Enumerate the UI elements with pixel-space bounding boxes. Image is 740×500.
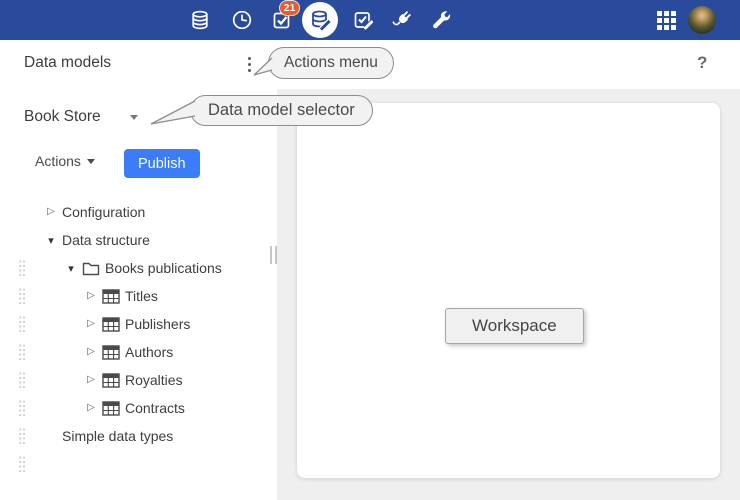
page-title: Data models	[24, 54, 111, 72]
expand-arrow-icon[interactable]: ▷	[84, 375, 98, 385]
help-button[interactable]: ?	[697, 53, 707, 73]
callout-actions-menu: Actions menu	[268, 47, 394, 79]
drag-handle-icon[interactable]	[18, 455, 26, 473]
wrench-icon[interactable]	[429, 8, 453, 32]
table-icon	[102, 372, 120, 388]
app-window: 21	[0, 0, 740, 500]
tree-item-titles[interactable]: ▷ Titles	[0, 282, 277, 310]
collapse-arrow-icon[interactable]: ▾	[44, 235, 58, 246]
data-models-icon[interactable]	[302, 2, 338, 38]
tree-item-label: Simple data types	[62, 428, 173, 444]
collapse-arrow-icon[interactable]: ▾	[64, 263, 78, 274]
drag-handle-icon[interactable]	[18, 343, 26, 361]
selected-model-label: Book Store	[24, 108, 101, 126]
tree-item-label: Publishers	[125, 316, 190, 332]
tree-item-data-structure[interactable]: ▾ Data structure	[0, 226, 277, 254]
table-icon	[102, 288, 120, 304]
tree-item-contracts[interactable]: ▷ Contracts	[0, 394, 277, 422]
callout-tail	[150, 98, 196, 128]
expand-arrow-icon[interactable]: ▷	[84, 319, 98, 329]
drag-handle-icon[interactable]	[18, 371, 26, 389]
tree-item-royalties[interactable]: ▷ Royalties	[0, 366, 277, 394]
tree-item-label: Authors	[125, 344, 173, 360]
table-icon	[102, 344, 120, 360]
table-icon	[102, 316, 120, 332]
drag-handle-icon[interactable]	[18, 315, 26, 333]
chevron-down-icon	[130, 115, 138, 120]
content-area	[277, 89, 740, 500]
tree-item-configuration[interactable]: ▷ Configuration	[0, 198, 277, 226]
clock-icon[interactable]	[230, 8, 254, 32]
apps-grid-icon[interactable]	[657, 11, 676, 30]
pane-resize-grip[interactable]	[270, 246, 277, 264]
drag-handle-icon[interactable]	[18, 259, 26, 277]
plug-icon[interactable]	[390, 8, 414, 32]
data-model-selector[interactable]: Book Store	[24, 108, 101, 126]
actions-label: Actions	[35, 153, 81, 169]
tree-item-label: Data structure	[62, 232, 150, 248]
drag-handle-icon[interactable]	[18, 399, 26, 417]
actions-dropdown-button[interactable]: Actions	[35, 153, 95, 169]
tree-item-label: Books publications	[105, 260, 222, 276]
tree-item-authors[interactable]: ▷ Authors	[0, 338, 277, 366]
tree-item-label: Configuration	[62, 204, 145, 220]
database-icon[interactable]	[188, 8, 212, 32]
expand-arrow-icon[interactable]: ▷	[84, 403, 98, 413]
callout-tail	[253, 55, 273, 79]
tree-item-label: Royalties	[125, 372, 183, 388]
notification-badge: 21	[280, 1, 299, 15]
navigation-pane: Book Store Actions Publish ▷ Configuratio…	[0, 89, 277, 500]
tree-item-placeholder	[0, 450, 277, 478]
user-avatar[interactable]	[688, 6, 716, 34]
chevron-down-icon	[87, 159, 95, 164]
publish-button[interactable]: Publish	[124, 149, 200, 178]
folder-icon	[82, 260, 100, 276]
drag-handle-icon[interactable]	[18, 427, 26, 445]
expand-arrow-icon[interactable]: ▷	[84, 347, 98, 357]
drag-handle-icon[interactable]	[18, 287, 26, 305]
tree-item-label: Contracts	[125, 400, 185, 416]
workspace-canvas[interactable]	[297, 103, 720, 478]
table-icon	[102, 400, 120, 416]
tree-item-simple-data-types[interactable]: Simple data types	[0, 422, 277, 450]
expand-arrow-icon[interactable]: ▷	[84, 291, 98, 301]
expand-arrow-icon[interactable]: ▷	[44, 207, 58, 217]
tree-item-publishers[interactable]: ▷ Publishers	[0, 310, 277, 338]
tree-item-label: Titles	[125, 288, 158, 304]
form-edit-icon[interactable]	[351, 8, 375, 32]
tree-item-books-publications[interactable]: ▾ Books publications	[0, 254, 277, 282]
model-tree: ▷ Configuration ▾ Data structure ▾ Books publ…	[0, 198, 277, 478]
callout-data-model-selector: Data model selector	[190, 95, 373, 126]
callout-workspace: Workspace	[445, 308, 584, 344]
top-navigation-bar: 21	[0, 0, 740, 40]
